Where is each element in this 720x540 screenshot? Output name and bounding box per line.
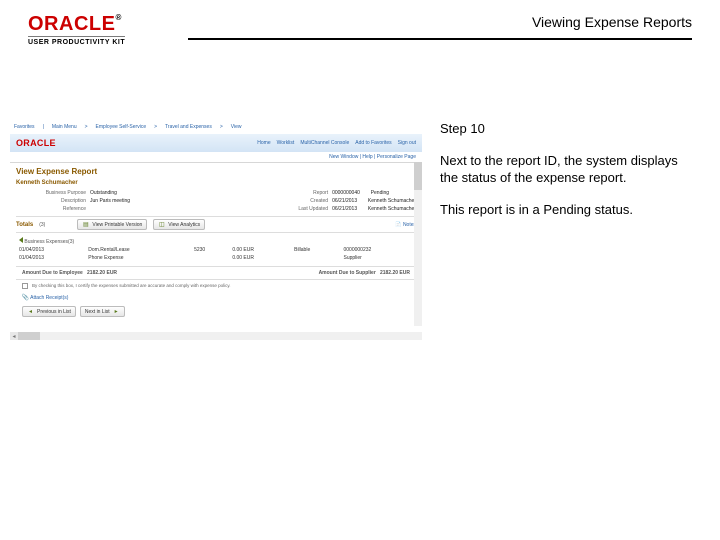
totals-toolbar: Totals (3) ▤View Printable Version ◫View… bbox=[16, 216, 416, 233]
crumb-1[interactable]: Employee Self-Service bbox=[96, 124, 147, 130]
lbl-business-purpose: Business Purpose bbox=[16, 190, 86, 196]
header-divider bbox=[188, 38, 692, 40]
val-updated-by: Kenneth Schumacher bbox=[368, 206, 416, 212]
amt-emp-val: 2182.20 EUR bbox=[87, 270, 117, 276]
lbl-report-id: Report bbox=[258, 190, 328, 196]
summary-row: Amount Due to Employee 2182.20 EUR Amoun… bbox=[16, 266, 416, 280]
link-personalize[interactable]: Personalize Page bbox=[377, 154, 416, 160]
upk-subbrand: USER PRODUCTIVITY KIT bbox=[28, 36, 125, 46]
view-printable-button[interactable]: ▤View Printable Version bbox=[77, 219, 147, 230]
paperclip-icon: 📎 bbox=[22, 294, 29, 301]
link-add-fav[interactable]: Add to Favorites bbox=[355, 140, 391, 146]
oracle-logo-block: ORACLE® USER PRODUCTIVITY KIT bbox=[28, 14, 125, 46]
val-business-purpose: Outstanding bbox=[90, 190, 117, 196]
amt-sup-lbl: Amount Due to Supplier bbox=[319, 270, 376, 276]
report-panel: View Expense Report Kenneth Schumacher B… bbox=[10, 163, 422, 324]
page-header: ORACLE® USER PRODUCTIVITY KIT Viewing Ex… bbox=[28, 14, 692, 60]
vertical-scrollbar[interactable] bbox=[414, 162, 422, 326]
nav-main-menu[interactable]: Main Menu bbox=[52, 124, 77, 130]
link-worklist[interactable]: Worklist bbox=[277, 140, 295, 146]
totals-label: Totals bbox=[16, 222, 33, 228]
arrow-right-icon: ▸ bbox=[113, 308, 120, 315]
breadcrumb-bar: Favorites | Main Menu > Employee Self-Se… bbox=[10, 120, 422, 134]
chart-icon: ◫ bbox=[158, 221, 165, 228]
val-created-by: Kenneth Schumacher bbox=[368, 198, 416, 204]
val-updated: 06/21/2013 bbox=[332, 206, 357, 212]
certify-checkbox[interactable] bbox=[22, 283, 28, 289]
step-label: Step 10 bbox=[440, 120, 692, 138]
app-logo: ORACLE bbox=[16, 138, 56, 148]
expense-lines-table: Business Expenses(3) 01/04/2013 Dom.Rent… bbox=[16, 236, 416, 262]
certification-row: By checking this box, I certify the expe… bbox=[16, 280, 416, 292]
scroll-thumb[interactable] bbox=[414, 162, 422, 190]
arrow-left-icon: ◂ bbox=[27, 308, 34, 315]
attachments-row: 📎 Attach Receipt(s) bbox=[16, 292, 416, 303]
oracle-wordmark: ORACLE bbox=[28, 13, 115, 35]
view-analytics-button[interactable]: ◫View Analytics bbox=[153, 219, 205, 230]
crumb-3[interactable]: View bbox=[231, 124, 242, 130]
nav-favorites[interactable]: Favorites bbox=[14, 124, 35, 130]
instruction-line-2: This report is in a Pending status. bbox=[440, 201, 692, 219]
app-screenshot: Favorites | Main Menu > Employee Self-Se… bbox=[10, 120, 422, 340]
lbl-description: Description bbox=[16, 198, 86, 204]
val-report-id: 0000000040 bbox=[332, 190, 360, 196]
notes-link[interactable]: 📄 Notes bbox=[395, 222, 416, 228]
amt-emp-lbl: Amount Due to Employee bbox=[22, 270, 83, 276]
report-fields: Business Purpose Outstanding Description J… bbox=[16, 190, 416, 212]
val-description: Jun Paris meeting bbox=[90, 198, 130, 204]
link-help[interactable]: Help bbox=[362, 154, 372, 160]
link-new-window[interactable]: New Window bbox=[329, 154, 358, 160]
employee-name: Kenneth Schumacher bbox=[16, 180, 416, 186]
previous-in-list-button[interactable]: ◂Previous in List bbox=[22, 306, 76, 317]
page-title: Viewing Expense Reports bbox=[532, 14, 692, 30]
certify-text: By checking this box, I certify the expe… bbox=[32, 283, 231, 288]
val-status: Pending bbox=[371, 190, 389, 196]
list-nav-buttons: ◂Previous in List Next in List▸ bbox=[16, 303, 416, 320]
totals-count: (3) bbox=[39, 222, 45, 228]
lbl-reference: Reference bbox=[16, 206, 86, 212]
scroll-left-arrow-icon[interactable]: ◂ bbox=[10, 332, 18, 340]
table-header-row: Business Expenses(3) bbox=[16, 236, 416, 246]
panel-title: View Expense Report bbox=[16, 167, 416, 176]
crumb-2[interactable]: Travel and Expenses bbox=[165, 124, 212, 130]
brand-bar: ORACLE Home Worklist MultiChannel Consol… bbox=[10, 134, 422, 152]
link-signout[interactable]: Sign out bbox=[398, 140, 416, 146]
instruction-panel: Step 10 Next to the report ID, the syste… bbox=[440, 120, 692, 340]
brand-bar-links: Home Worklist MultiChannel Console Add t… bbox=[257, 140, 416, 146]
link-home[interactable]: Home bbox=[257, 140, 270, 146]
trademark-symbol: ® bbox=[115, 13, 121, 22]
expand-icon[interactable] bbox=[19, 237, 23, 243]
lbl-created: Created bbox=[258, 198, 328, 204]
table-row[interactable]: 01/04/2013 Dom.Rental/Lease 5230 0.00 EU… bbox=[16, 246, 416, 254]
attach-receipt-link[interactable]: Attach Receipt(s) bbox=[30, 295, 68, 301]
lbl-updated: Last Updated bbox=[258, 206, 328, 212]
amt-sup-val: 2182.20 EUR bbox=[380, 270, 410, 276]
table-row[interactable]: 01/04/2013 Phone Expense 0.00 EUR Suppli… bbox=[16, 254, 416, 262]
next-in-list-button[interactable]: Next in List▸ bbox=[80, 306, 125, 317]
val-created: 06/21/2013 bbox=[332, 198, 357, 204]
link-mcc[interactable]: MultiChannel Console bbox=[300, 140, 349, 146]
document-icon: ▤ bbox=[82, 221, 89, 228]
utility-links: New Window | Help | Personalize Page bbox=[10, 152, 422, 163]
oracle-logo: ORACLE® bbox=[28, 14, 125, 34]
horizontal-scrollbar[interactable] bbox=[10, 332, 422, 340]
table-header: Business Expenses(3) bbox=[24, 239, 74, 245]
instruction-line-1: Next to the report ID, the system displa… bbox=[440, 152, 692, 187]
